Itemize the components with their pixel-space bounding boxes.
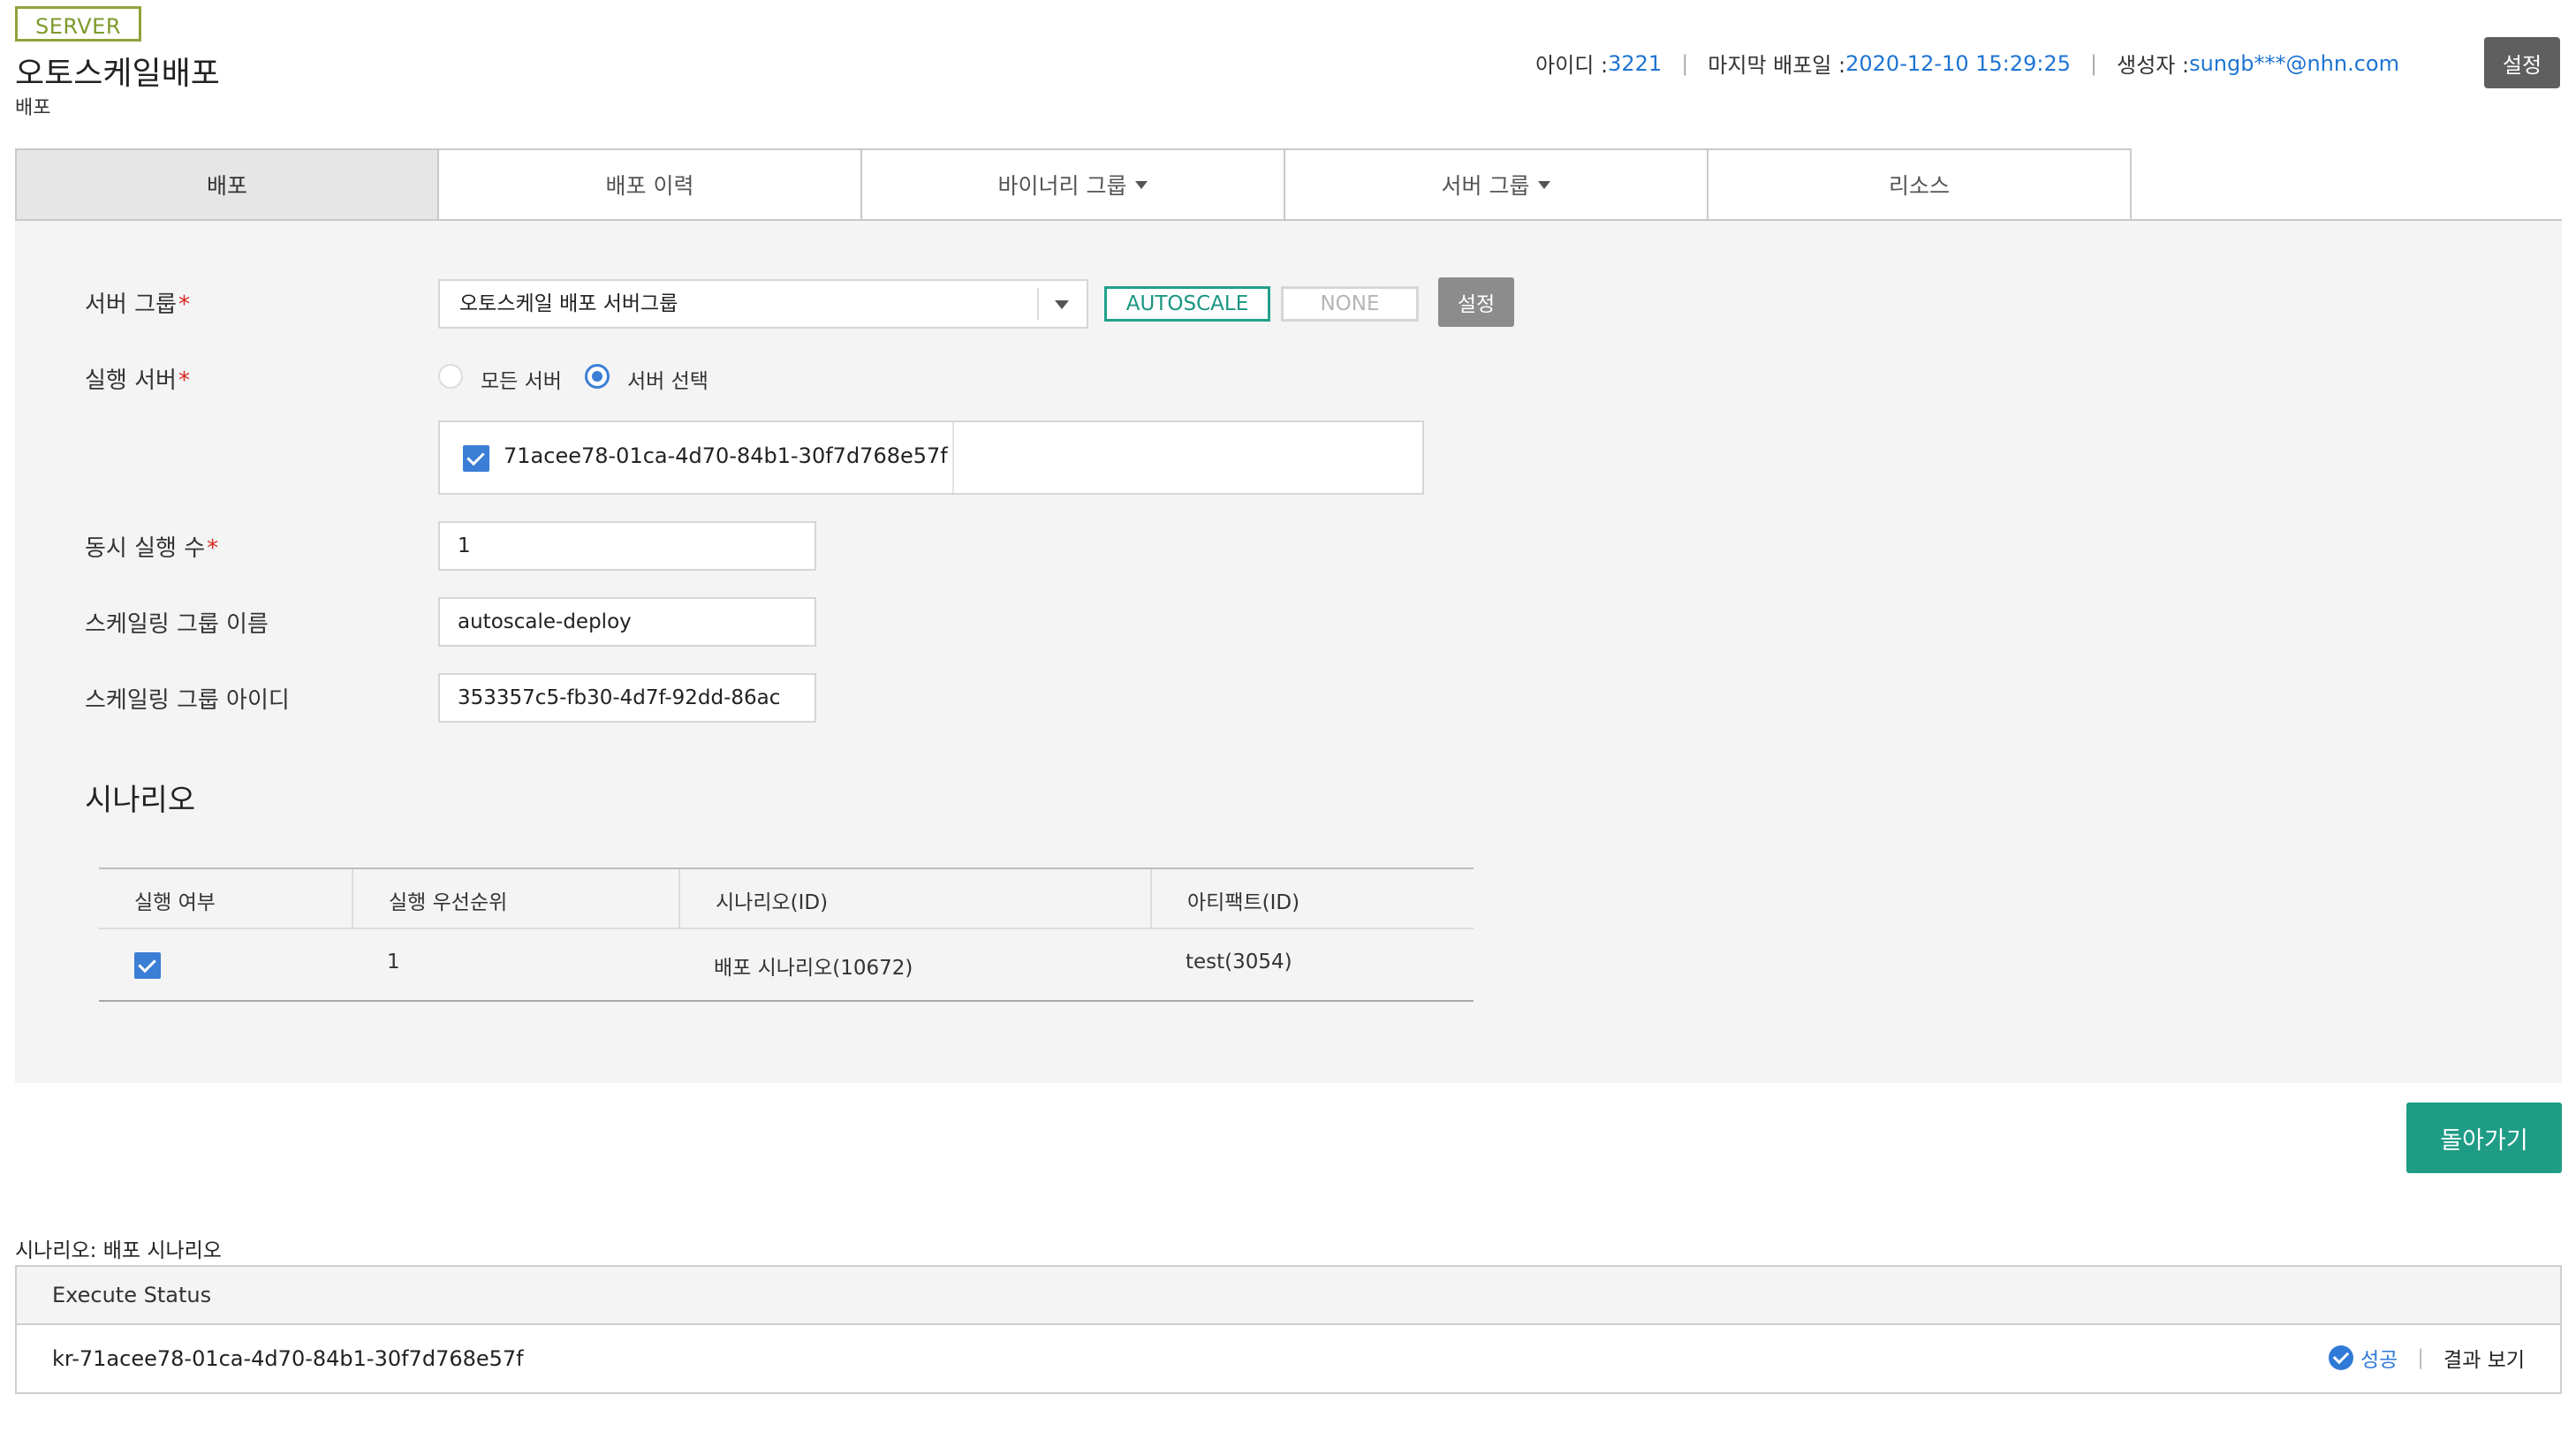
server-id: 71acee78-01ca-4d70-84b1-30f7d768e57f	[504, 443, 948, 468]
tab-deploy[interactable]: 배포	[15, 148, 439, 219]
label-text: 동시 실행 수	[85, 535, 206, 562]
page: SERVER 오토스케일배포 배포 아이디 : 3221 | 마지막 배포일 :…	[0, 0, 2576, 1447]
tab-label: 바이너리 그룹	[997, 173, 1127, 199]
concurrency-label: 동시 실행 수*	[85, 530, 218, 563]
caret-down-icon	[1538, 180, 1551, 189]
selected-server-list: 71acee78-01ca-4d70-84b1-30f7d768e57f	[438, 420, 1424, 495]
creator-value: sungb***@nhn.com	[2189, 50, 2399, 76]
column-divider	[1150, 869, 1152, 929]
server-badge: SERVER	[15, 6, 142, 42]
row-priority: 1	[387, 951, 400, 974]
required-mark: *	[178, 292, 190, 318]
execute-status-row: kr-71acee78-01ca-4d70-84b1-30f7d768e57f …	[17, 1325, 2560, 1392]
exec-server-label: 실행 서버*	[85, 362, 190, 395]
dropdown-arrow-icon	[1055, 300, 1069, 309]
radio-all-servers[interactable]	[438, 364, 463, 389]
column-divider	[678, 869, 680, 929]
column-header: 아티팩트(ID)	[1187, 891, 1300, 914]
tab-label: 배포 이력	[605, 173, 694, 199]
page-subtitle: 배포	[15, 97, 51, 119]
radio-select-server[interactable]	[585, 364, 610, 389]
settings-button[interactable]: 설정	[2484, 37, 2560, 88]
table-header: 실행 여부 실행 우선순위 시나리오(ID) 아티팩트(ID)	[99, 867, 1474, 929]
concurrency-input[interactable]: 1	[438, 521, 816, 571]
scenario-section-title: 시나리오	[85, 783, 196, 818]
column-header: 실행 우선순위	[389, 891, 508, 914]
deploy-meta: 아이디 : 3221 | 마지막 배포일 : 2020-12-10 15:29:…	[1535, 48, 2399, 79]
none-toggle[interactable]: NONE	[1281, 286, 1419, 322]
server-group-select[interactable]: 오토스케일 배포 서버그룹	[438, 279, 1088, 329]
tab-label: 서버 그룹	[1441, 173, 1530, 199]
tab-label: 리소스	[1888, 173, 1950, 199]
back-button[interactable]: 돌아가기	[2406, 1102, 2562, 1173]
server-group-settings-button[interactable]: 설정	[1438, 277, 1514, 327]
creator-label: 생성자 :	[2117, 53, 2190, 78]
select-divider	[1037, 288, 1039, 320]
page-title: 오토스케일배포	[15, 56, 220, 92]
tab-server-group[interactable]: 서버 그룹	[1284, 148, 1708, 219]
scaling-group-id-label: 스케일링 그룹 아이디	[85, 687, 290, 714]
execute-status-title: Execute Status	[52, 1283, 212, 1307]
execute-status-header: Execute Status	[17, 1267, 2560, 1325]
execution-host: kr-71acee78-01ca-4d70-84b1-30f7d768e57f	[52, 1346, 524, 1371]
check-circle-icon	[2328, 1345, 2353, 1370]
scenario-caption: 시나리오: 배포 시나리오	[15, 1239, 222, 1262]
autoscale-toggle[interactable]: AUTOSCALE	[1104, 286, 1270, 322]
status-success: 성공	[2360, 1349, 2398, 1372]
tab-deploy-history[interactable]: 배포 이력	[437, 148, 862, 219]
id-value: 3221	[1608, 50, 1663, 76]
view-result-link[interactable]: 결과 보기	[2443, 1343, 2525, 1373]
meta-divider: |	[1681, 50, 1689, 76]
id-label: 아이디 :	[1535, 53, 1609, 78]
tab-label: 배포	[206, 173, 247, 199]
server-checkbox[interactable]	[463, 445, 489, 472]
scaling-group-name-label: 스케일링 그룹 이름	[85, 611, 269, 638]
row-enabled-checkbox[interactable]	[134, 952, 161, 979]
status-divider: |	[2417, 1346, 2425, 1369]
label-text: 실행 서버	[85, 367, 177, 394]
row-scenario: 배포 시나리오(10672)	[714, 957, 913, 980]
server-group-label: 서버 그룹*	[85, 286, 190, 319]
column-header: 시나리오(ID)	[716, 891, 829, 914]
scaling-group-id-input[interactable]: 353357c5-fb30-4d7f-92dd-86ac	[438, 673, 816, 723]
label-text: 서버 그룹	[85, 292, 177, 318]
column-divider	[352, 869, 353, 929]
execute-status-panel: Execute Status kr-71acee78-01ca-4d70-84b…	[15, 1265, 2562, 1394]
required-mark: *	[207, 535, 219, 562]
tab-resource[interactable]: 리소스	[1707, 148, 2132, 219]
cell-divider	[952, 422, 954, 493]
caret-down-icon	[1135, 180, 1148, 189]
scaling-group-name-input[interactable]: autoscale-deploy	[438, 597, 816, 647]
tab-bar: 배포 배포 이력 바이너리 그룹 서버 그룹 리소스	[15, 148, 2562, 221]
required-mark: *	[178, 367, 190, 394]
selected-value: 오토스케일 배포 서버그룹	[459, 292, 678, 315]
tab-binary-group[interactable]: 바이너리 그룹	[860, 148, 1285, 219]
table-row: 1 배포 시나리오(10672) test(3054)	[99, 929, 1474, 1002]
row-artifact: test(3054)	[1186, 951, 1292, 974]
radio-all-servers-label: 모든 서버	[481, 370, 562, 393]
radio-select-server-label: 서버 선택	[627, 370, 708, 393]
last-deploy-label: 마지막 배포일 :	[1708, 53, 1846, 78]
execution-status: 성공 | 결과 보기	[2328, 1343, 2525, 1373]
column-header: 실행 여부	[134, 891, 216, 914]
last-deploy-value: 2020-12-10 15:29:25	[1845, 50, 2072, 76]
meta-divider: |	[2090, 50, 2098, 76]
